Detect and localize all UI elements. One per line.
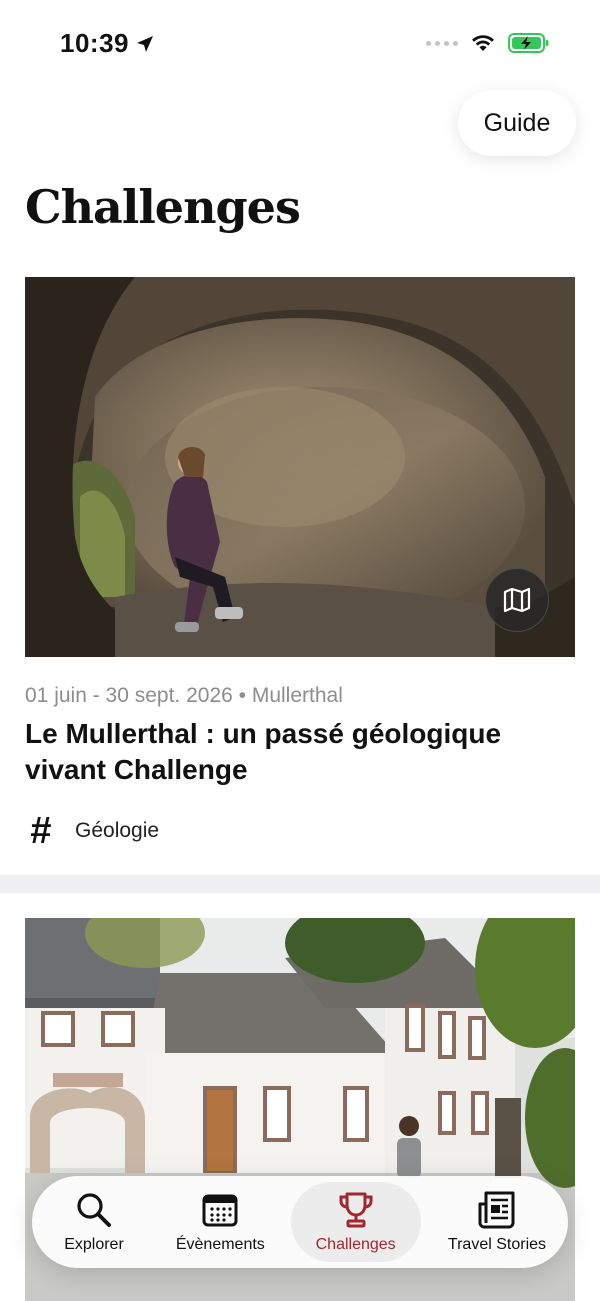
- trophy-icon: [339, 1192, 373, 1228]
- tag-chip[interactable]: # Géologie: [25, 812, 159, 850]
- calendar-icon: [202, 1194, 238, 1227]
- newspaper-icon: [478, 1191, 515, 1229]
- nav-item-travel-stories[interactable]: Travel Stories: [432, 1182, 562, 1262]
- status-icons: [426, 32, 550, 54]
- status-bar: 10:39: [0, 0, 600, 90]
- search-icon: [77, 1193, 111, 1227]
- nav-item-evenements[interactable]: Évènements: [161, 1182, 279, 1262]
- nav-label-explorer: Explorer: [64, 1236, 124, 1253]
- card-title[interactable]: Le Mullerthal : un passé géologique viva…: [25, 716, 575, 788]
- battery-charging-icon: [508, 33, 549, 53]
- clock-time: 10:39: [60, 28, 129, 58]
- location-arrow-icon: [137, 35, 153, 52]
- wifi-icon: [472, 35, 494, 51]
- status-time: 10:39: [60, 28, 155, 59]
- nav-label-evenements: Évènements: [175, 1236, 265, 1253]
- guide-button[interactable]: Guide: [458, 90, 576, 156]
- nav-item-explorer[interactable]: Explorer: [38, 1182, 150, 1262]
- nav-item-challenges[interactable]: Challenges: [290, 1182, 421, 1262]
- page-title: Challenges: [25, 180, 301, 234]
- map-icon: [503, 587, 531, 613]
- nav-label-challenges: Challenges: [315, 1236, 396, 1253]
- signal-dots-icon: [426, 40, 458, 46]
- card-separator: [0, 875, 600, 893]
- hashtag-icon: #: [30, 810, 52, 852]
- bottom-nav: Explorer Évènements Challenges Travel St…: [32, 1176, 568, 1268]
- nav-label-travel-stories: Travel Stories: [447, 1236, 547, 1253]
- tag-label: Géologie: [75, 819, 160, 842]
- map-button[interactable]: [485, 568, 549, 632]
- card-meta: 01 juin - 30 sept. 2026 • Mullerthal: [25, 684, 343, 707]
